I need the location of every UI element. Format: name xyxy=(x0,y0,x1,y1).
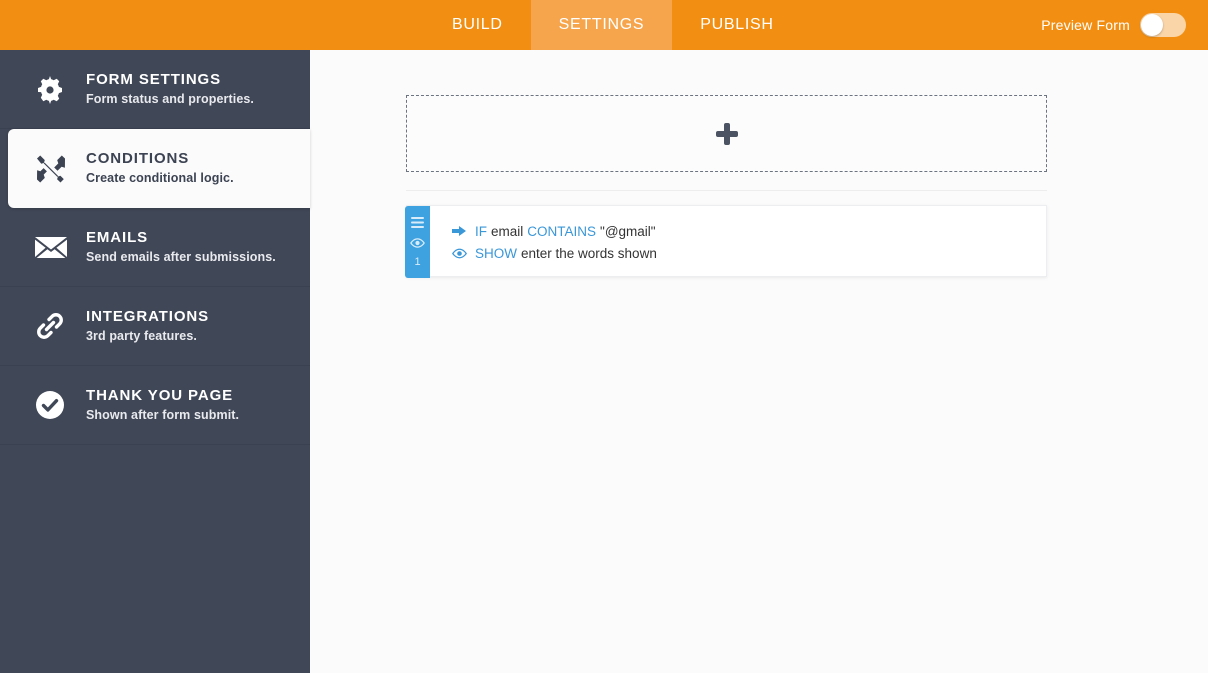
condition-value: "@gmail" xyxy=(600,223,656,239)
sidebar-item-title: INTEGRATIONS xyxy=(86,307,210,325)
eye-icon[interactable] xyxy=(410,236,425,249)
gear-icon xyxy=(34,73,72,105)
preview-form-label: Preview Form xyxy=(1041,17,1130,33)
settings-sidebar: FORM SETTINGS Form status and properties… xyxy=(0,50,310,673)
arrow-right-icon xyxy=(449,225,469,237)
condition-card-side-strip[interactable]: 1 xyxy=(405,206,430,278)
sidebar-item-text: INTEGRATIONS 3rd party features. xyxy=(72,308,209,345)
sidebar-items-list: FORM SETTINGS Form status and properties… xyxy=(0,50,310,445)
link-icon xyxy=(34,310,72,342)
condition-line-if: IF email CONTAINS "@gmail" xyxy=(449,220,657,242)
sidebar-item-subtitle: Form status and properties. xyxy=(86,91,255,106)
sidebar-item-conditions[interactable]: CONDITIONS Create conditional logic. xyxy=(8,129,310,208)
sidebar-item-emails[interactable]: EMAILS Send emails after submissions. xyxy=(0,208,310,287)
sidebar-item-text: FORM SETTINGS Form status and properties… xyxy=(72,71,254,108)
tab-settings[interactable]: SETTINGS xyxy=(530,0,673,50)
hamburger-icon[interactable] xyxy=(410,216,425,229)
condition-line-show: SHOW enter the words shown xyxy=(449,242,657,264)
sidebar-item-form-settings[interactable]: FORM SETTINGS Form status and properties… xyxy=(0,50,310,129)
condition-card-body: IF email CONTAINS "@gmail" SHOW enter th… xyxy=(449,206,657,276)
sidebar-item-title: FORM SETTINGS xyxy=(86,70,222,88)
envelope-icon xyxy=(34,234,72,260)
sidebar-item-title: EMAILS xyxy=(86,228,149,246)
tab-publish[interactable]: PUBLISH xyxy=(672,0,801,50)
preview-form-toggle[interactable] xyxy=(1140,13,1186,37)
sidebar-item-text: EMAILS Send emails after submissions. xyxy=(72,229,276,266)
sidebar-item-title: THANK YOU PAGE xyxy=(86,386,234,404)
condition-field: email xyxy=(491,223,524,239)
nav-tabs: BUILD SETTINGS PUBLISH xyxy=(424,0,802,50)
crossed-tools-icon xyxy=(34,154,72,184)
section-divider xyxy=(406,190,1047,191)
top-navigation-bar: BUILD SETTINGS PUBLISH Preview Form xyxy=(0,0,1208,50)
sidebar-item-text: THANK YOU PAGE Shown after form submit. xyxy=(72,387,239,424)
eye-icon xyxy=(449,248,469,259)
sidebar-item-subtitle: Create conditional logic. xyxy=(86,171,234,185)
conditions-panel: 1 IF email CONTAINS "@gmail" SHOW enter … xyxy=(310,50,1208,673)
condition-action-show: SHOW xyxy=(475,245,517,261)
sidebar-item-subtitle: 3rd party features. xyxy=(86,328,197,343)
plus-icon xyxy=(715,122,738,145)
preview-form-control: Preview Form xyxy=(1041,0,1208,50)
sidebar-item-title: CONDITIONS xyxy=(86,150,190,167)
condition-action-target: enter the words shown xyxy=(521,245,657,261)
tab-build[interactable]: BUILD xyxy=(424,0,531,50)
condition-card[interactable]: 1 IF email CONTAINS "@gmail" SHOW enter … xyxy=(405,205,1047,278)
sidebar-item-subtitle: Shown after form submit. xyxy=(86,407,240,422)
condition-number: 1 xyxy=(414,256,421,269)
condition-keyword-if: IF xyxy=(475,223,487,239)
add-condition-button[interactable] xyxy=(406,95,1047,172)
sidebar-item-text: CONDITIONS Create conditional logic. xyxy=(72,150,234,187)
check-circle-icon xyxy=(34,389,72,421)
sidebar-item-integrations[interactable]: INTEGRATIONS 3rd party features. xyxy=(0,287,310,366)
sidebar-item-thank-you-page[interactable]: THANK YOU PAGE Shown after form submit. xyxy=(0,366,310,445)
topbar-left-spacer xyxy=(0,0,424,50)
sidebar-item-subtitle: Send emails after submissions. xyxy=(86,249,276,264)
toggle-knob xyxy=(1141,14,1163,36)
condition-operator: CONTAINS xyxy=(527,223,597,239)
